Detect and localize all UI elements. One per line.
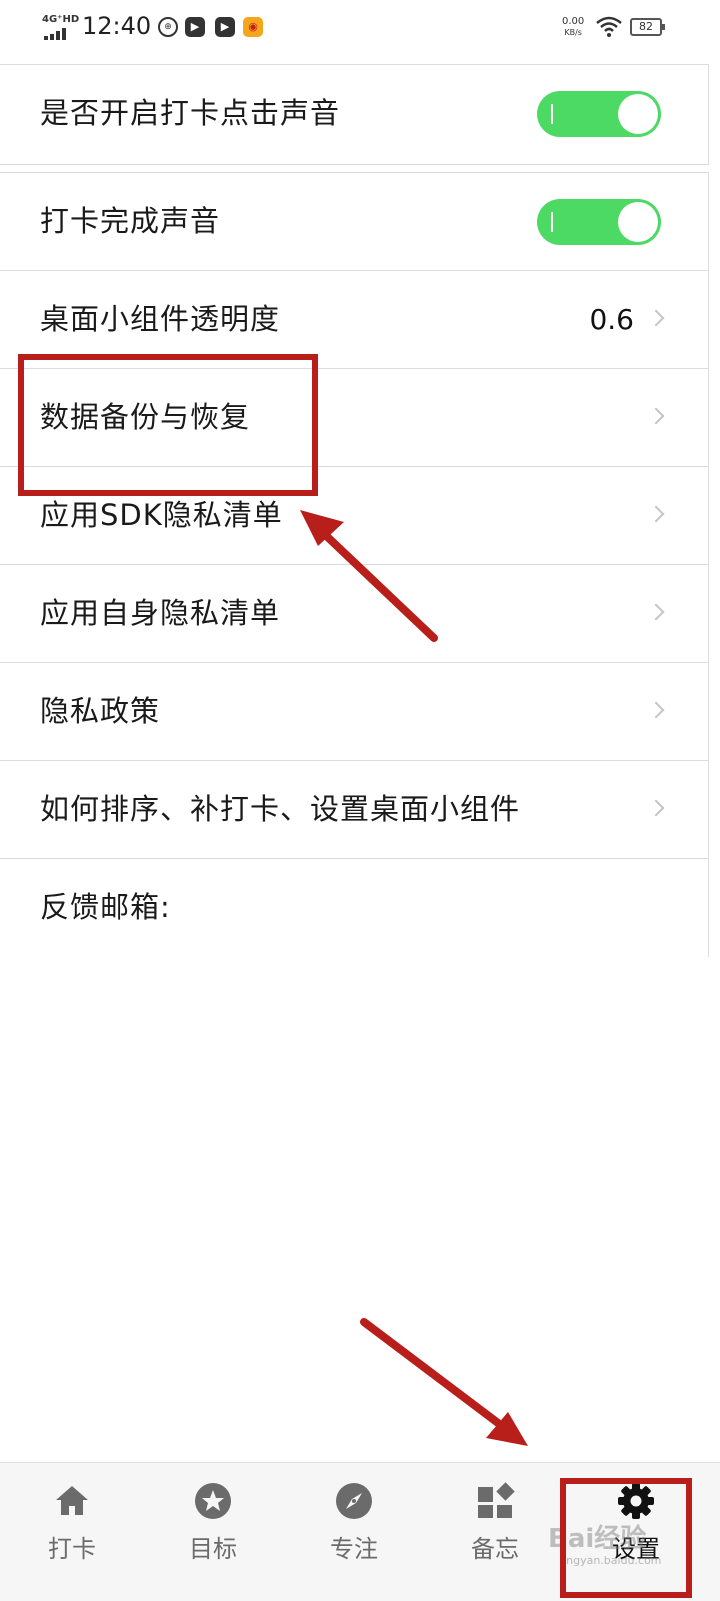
arrow-to-backup xyxy=(314,524,438,642)
arrow-to-settings xyxy=(360,1318,514,1436)
arrowhead-backup xyxy=(300,510,344,546)
annotation-arrows xyxy=(300,510,528,1446)
